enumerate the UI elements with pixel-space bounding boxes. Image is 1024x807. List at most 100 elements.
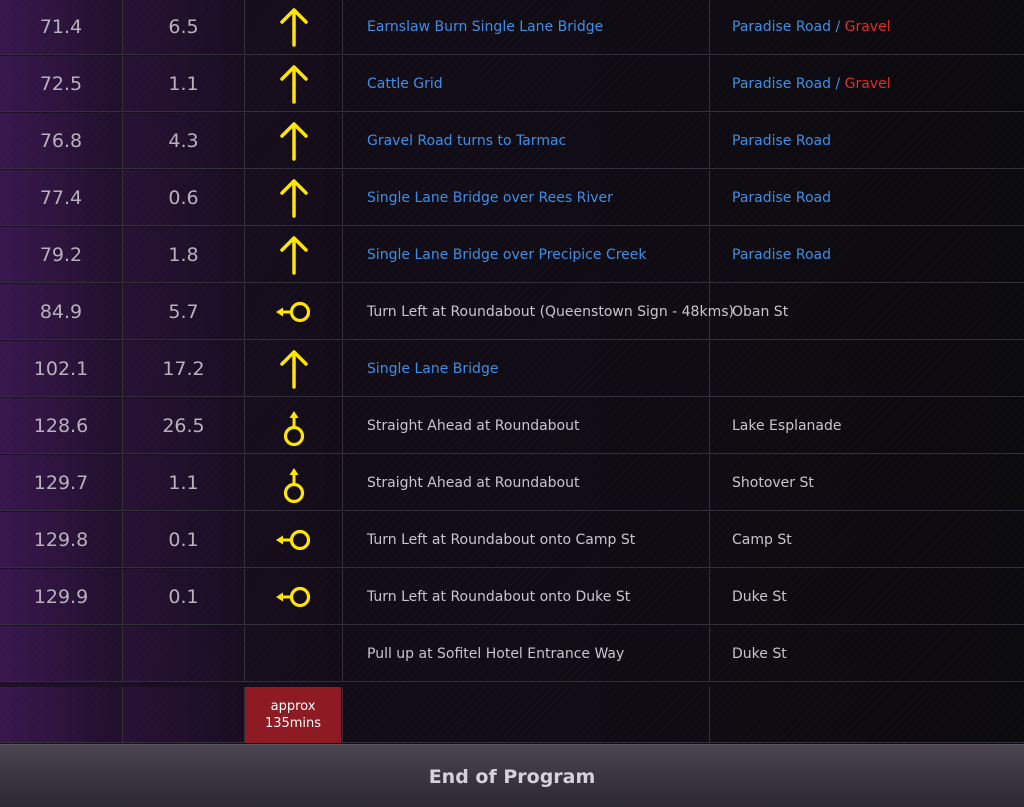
description-text: Cattle Grid <box>367 75 443 92</box>
total-distance-cell: 129.8 <box>0 512 123 568</box>
direction-icon-cell <box>245 626 343 682</box>
table-row: 129.7 1.1 Straight Ahead at Roundabout Shot… <box>0 455 1024 511</box>
description-cell: Turn Left at Roundabout (Queenstown Sign… <box>343 284 734 340</box>
table-row: 128.6 26.5 Straight Ahead at Roundabout Lak… <box>0 398 1024 454</box>
road-name: Oban St <box>732 303 789 320</box>
leg-distance-cell: 0.1 <box>123 512 245 568</box>
total-distance-cell: 79.2 <box>0 227 123 283</box>
arrow-up-icon <box>279 121 309 161</box>
direction-icon-cell <box>245 227 343 283</box>
road-cell: Paradise Road / Gravel <box>710 56 1024 112</box>
description-cell: Straight Ahead at Roundabout <box>343 455 710 511</box>
total-distance-cell: 129.7 <box>0 455 123 511</box>
description-text: Turn Left at Roundabout (Queenstown Sign… <box>367 303 734 320</box>
road-name: Paradise Road <box>732 75 831 92</box>
description-cell: Single Lane Bridge over Precipice Creek <box>343 227 710 283</box>
road-cell: Shotover St <box>710 455 1024 511</box>
description-cell: Turn Left at Roundabout onto Duke St <box>343 569 710 625</box>
description-text: Turn Left at Roundabout onto Duke St <box>367 588 631 605</box>
road-separator: / <box>831 75 845 92</box>
roundabout-left-icon <box>274 525 314 555</box>
arrow-up-icon <box>279 7 309 47</box>
leg-distance-cell: 6.5 <box>123 0 245 55</box>
description-text: Turn Left at Roundabout onto Camp St <box>367 531 636 548</box>
roundabout-straight-icon <box>279 462 309 504</box>
leg-distance-cell <box>123 626 245 682</box>
road-cell: Oban St <box>710 284 1024 340</box>
leg-distance-cell: 1.1 <box>123 56 245 112</box>
leg-distance-cell: 1.8 <box>123 227 245 283</box>
direction-icon-cell <box>245 341 343 397</box>
description-text: Straight Ahead at Roundabout <box>367 474 580 491</box>
road-cell: Duke St <box>710 626 1024 682</box>
leg-distance-cell: 5.7 <box>123 284 245 340</box>
duration-label-line2: 135mins <box>264 716 322 731</box>
direction-icon-cell <box>245 170 343 226</box>
road-cell: Paradise Road <box>710 113 1024 169</box>
roundabout-straight-icon <box>279 405 309 447</box>
roundabout-left-icon <box>274 297 314 327</box>
road-name: Paradise Road <box>732 132 831 149</box>
leg-distance-cell <box>123 687 245 743</box>
description-text: Pull up at Sofitel Hotel Entrance Way <box>367 645 625 662</box>
road-cell <box>710 341 1024 397</box>
table-row: 102.1 17.2 Single Lane Bridge <box>0 341 1024 397</box>
direction-icon-cell <box>245 512 343 568</box>
total-distance-cell <box>0 626 123 682</box>
description-text: Single Lane Bridge over Precipice Creek <box>367 246 647 263</box>
description-cell: Single Lane Bridge <box>343 341 710 397</box>
direction-icon-cell <box>245 398 343 454</box>
leg-distance-cell: 4.3 <box>123 113 245 169</box>
direction-icon-cell <box>245 569 343 625</box>
leg-distance-cell: 0.6 <box>123 170 245 226</box>
road-name: Duke St <box>732 588 787 605</box>
duration-row: approx 135mins <box>0 687 1024 743</box>
road-surface: Gravel <box>844 75 891 92</box>
duration-label-line1: approx <box>270 699 316 714</box>
description-text: Gravel Road turns to Tarmac <box>367 132 567 149</box>
road-cell: Paradise Road / Gravel <box>710 0 1024 55</box>
direction-icon-cell <box>245 0 343 55</box>
road-name: Shotover St <box>732 474 814 491</box>
leg-distance-cell: 0.1 <box>123 569 245 625</box>
road-cell <box>710 687 1024 743</box>
description-cell: Earnslaw Burn Single Lane Bridge <box>343 0 710 55</box>
description-text: Single Lane Bridge <box>367 360 499 377</box>
route-instructions-page: 71.4 6.5 Earnslaw Burn Single Lane Bridge P… <box>0 0 1024 807</box>
road-cell: Paradise Road <box>710 227 1024 283</box>
leg-distance-cell: 17.2 <box>123 341 245 397</box>
road-surface: Gravel <box>844 18 891 35</box>
total-distance-cell: 128.6 <box>0 398 123 454</box>
leg-distance-cell: 1.1 <box>123 455 245 511</box>
road-cell: Paradise Road <box>710 170 1024 226</box>
road-name: Lake Esplanade <box>732 417 842 434</box>
description-text: Earnslaw Burn Single Lane Bridge <box>367 18 604 35</box>
description-text: Straight Ahead at Roundabout <box>367 417 580 434</box>
table-row: 72.5 1.1 Cattle Grid Paradise Road / Gravel <box>0 56 1024 112</box>
direction-icon-cell <box>245 56 343 112</box>
total-distance-cell: 129.9 <box>0 569 123 625</box>
table-row: Pull up at Sofitel Hotel Entrance Way Duk… <box>0 626 1024 682</box>
leg-distance-cell: 26.5 <box>123 398 245 454</box>
direction-icon-cell <box>245 455 343 511</box>
direction-icon-cell <box>245 284 343 340</box>
total-distance-cell <box>0 687 123 743</box>
total-distance-cell: 72.5 <box>0 56 123 112</box>
road-cell: Lake Esplanade <box>710 398 1024 454</box>
arrow-up-icon <box>279 64 309 104</box>
description-cell: Pull up at Sofitel Hotel Entrance Way <box>343 626 710 682</box>
end-of-program-button[interactable]: End of Program <box>0 744 1024 807</box>
description-cell <box>343 687 710 743</box>
road-name: Camp St <box>732 531 792 548</box>
roundabout-left-icon <box>274 582 314 612</box>
arrow-up-icon <box>279 349 309 389</box>
end-of-program-label: End of Program <box>428 765 596 788</box>
total-distance-cell: 77.4 <box>0 170 123 226</box>
duration-badge: approx 135mins <box>245 687 341 743</box>
total-distance-cell: 71.4 <box>0 0 123 55</box>
description-cell: Gravel Road turns to Tarmac <box>343 113 710 169</box>
direction-icon-cell <box>245 113 343 169</box>
duration-cell: approx 135mins <box>245 687 343 743</box>
road-name: Paradise Road <box>732 189 831 206</box>
table-row: 129.8 0.1 Turn Left at Roundabout onto Cam… <box>0 512 1024 568</box>
